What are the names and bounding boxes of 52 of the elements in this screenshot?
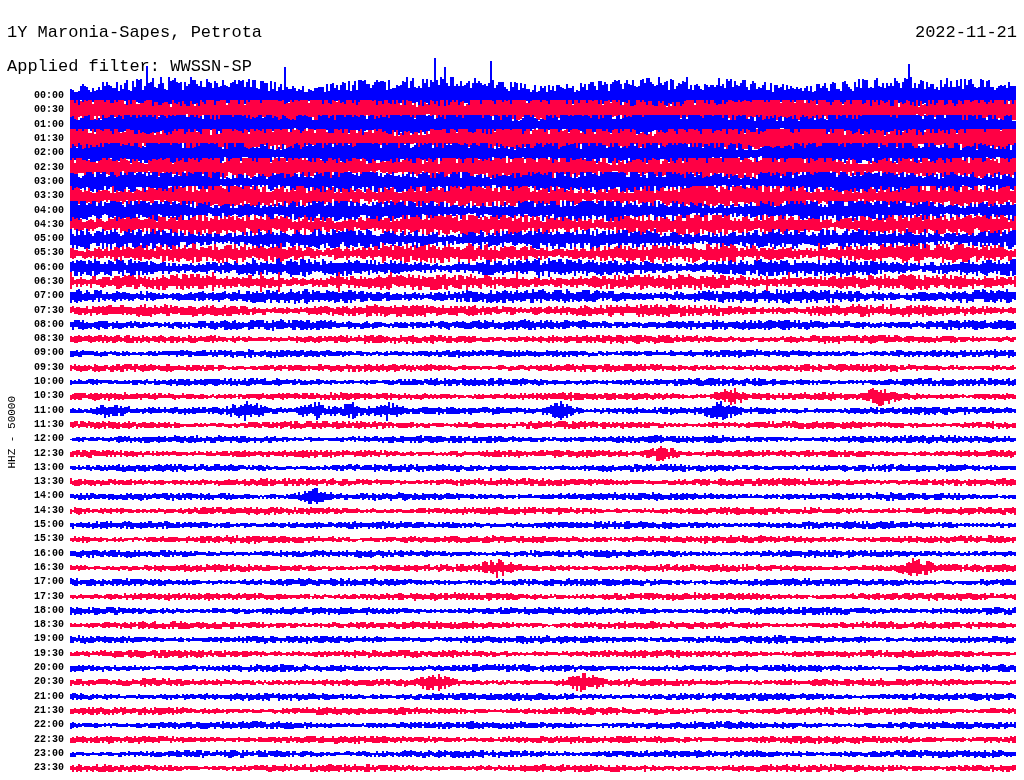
filter-label: Applied filter: WWSSN-SP xyxy=(7,56,252,76)
time-label: 19:30 xyxy=(34,648,64,659)
time-label: 12:00 xyxy=(34,434,64,445)
time-label: 13:00 xyxy=(34,462,64,473)
date-label: 2022-11-21 xyxy=(914,22,1017,44)
time-label: 17:30 xyxy=(34,591,64,602)
time-label: 00:00 xyxy=(34,91,64,102)
time-label: 01:30 xyxy=(34,134,64,145)
time-label: 05:30 xyxy=(34,248,64,259)
time-label: 22:00 xyxy=(34,720,64,731)
time-label: 11:30 xyxy=(34,419,64,430)
station-title: 1Y Maronia-Sapes, Petrota xyxy=(7,22,263,44)
time-label: 12:30 xyxy=(34,448,64,459)
time-label: 10:00 xyxy=(34,377,64,388)
time-label: 14:00 xyxy=(34,491,64,502)
time-label: 03:00 xyxy=(34,176,64,187)
time-label: 18:30 xyxy=(34,620,64,631)
time-label: 09:00 xyxy=(34,348,64,359)
time-label: 13:30 xyxy=(34,477,64,488)
axis-label: HHZ - 50000 xyxy=(4,395,19,469)
time-label: 04:30 xyxy=(34,219,64,230)
time-label: 16:30 xyxy=(34,562,64,573)
time-label: 23:30 xyxy=(34,763,64,774)
time-label: 09:30 xyxy=(34,362,64,373)
time-label: 02:30 xyxy=(34,162,64,173)
time-label: 00:30 xyxy=(34,105,64,116)
time-label: 01:00 xyxy=(34,119,64,130)
time-label: 18:00 xyxy=(34,605,64,616)
time-label: 14:30 xyxy=(34,505,64,516)
time-label: 22:30 xyxy=(34,734,64,745)
time-label: 06:30 xyxy=(34,277,64,287)
time-label: 07:00 xyxy=(34,291,64,302)
time-label: 10:30 xyxy=(34,391,64,402)
time-label: 15:30 xyxy=(34,534,64,545)
time-label: 11:00 xyxy=(34,405,64,416)
time-label: 21:30 xyxy=(34,705,64,716)
time-label: 23:00 xyxy=(34,748,64,759)
time-label: 04:00 xyxy=(34,205,64,216)
time-label: 06:00 xyxy=(34,262,64,273)
time-label: 19:00 xyxy=(34,634,64,645)
time-label: 03:30 xyxy=(34,191,64,202)
time-label: 20:30 xyxy=(34,677,64,688)
time-label: 05:00 xyxy=(34,234,64,245)
time-label: 16:00 xyxy=(34,548,64,559)
time-label: 21:00 xyxy=(34,691,64,702)
time-label: 15:00 xyxy=(34,520,64,531)
time-label: 20:00 xyxy=(34,663,64,673)
time-label: 08:30 xyxy=(34,334,64,345)
time-label: 08:00 xyxy=(34,319,64,330)
time-label: 02:00 xyxy=(34,148,64,159)
time-label: 17:00 xyxy=(34,577,64,588)
time-label: 07:30 xyxy=(34,305,64,316)
